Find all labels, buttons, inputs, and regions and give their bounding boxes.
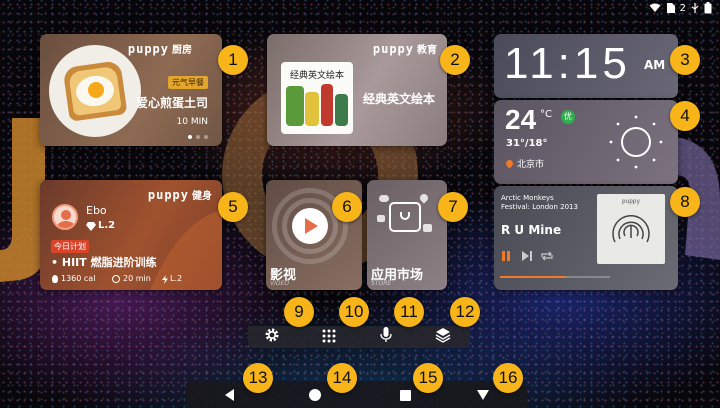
clock-meridiem: AM (644, 58, 666, 72)
pause-button[interactable] (502, 251, 510, 261)
diamond-icon (86, 222, 96, 231)
badge-4: 4 (670, 101, 700, 131)
weather-range: 31°/18° (506, 138, 548, 149)
aqi-badge: 优 (561, 110, 575, 124)
workout-title: • HIIT 燃脂进阶训练 (51, 256, 157, 269)
weather-city: 北京市 (517, 160, 545, 170)
store-subtitle: STORE (371, 280, 392, 287)
user-level: L.2 (98, 220, 116, 231)
minutes: 20 min (123, 274, 151, 283)
badge-1: 1 (218, 45, 248, 75)
weather-temperature: 24 (505, 104, 537, 135)
store-bag-icon (389, 202, 421, 232)
navigation-bar (185, 381, 527, 408)
layers-icon[interactable] (435, 327, 451, 343)
badge-12: 12 (450, 297, 480, 327)
badge-10: 10 (339, 297, 369, 327)
back-icon[interactable] (225, 389, 235, 401)
play-icon (292, 208, 328, 244)
cooking-brand: puppy 厨房 (127, 42, 192, 56)
apps-grid-icon[interactable] (322, 329, 336, 343)
sun-icon (609, 115, 663, 169)
pin-icon (418, 192, 430, 204)
play-small-icon (423, 224, 432, 232)
recents-icon[interactable] (400, 390, 411, 401)
badge-13: 13 (243, 363, 273, 393)
badge-11: 11 (394, 297, 424, 327)
cooking-card[interactable]: puppy 厨房 元气早餐 爱心煎蛋土司 10 MIN (40, 34, 222, 146)
music-progress-track[interactable] (500, 276, 610, 278)
album-rings-icon (612, 215, 650, 243)
calories: 1360 cal (61, 274, 96, 283)
badge-3: 3 (670, 45, 700, 75)
music-card[interactable]: Arctic Monkeys Festival: London 2013 R U… (494, 186, 678, 290)
badge-9: 9 (284, 297, 314, 327)
book-cover: 经典英文绘本 (281, 62, 353, 134)
home-icon[interactable] (309, 389, 321, 401)
music-track: R U Mine (501, 223, 562, 237)
sim-label: 2 (679, 2, 686, 14)
weather-unit: °C (540, 109, 552, 120)
sim-icon (666, 3, 675, 13)
wifi-icon (649, 3, 661, 12)
music-artist-line2: Festival: London 2013 (501, 203, 578, 211)
timer-icon (112, 275, 120, 283)
next-track-icon[interactable] (522, 251, 532, 261)
usb-icon (691, 3, 699, 13)
user-name: Ebo (86, 204, 107, 217)
cooking-duration: 10 MIN (176, 117, 208, 127)
microphone-icon[interactable] (380, 327, 392, 343)
music-progress-fill (500, 276, 566, 278)
badge-6: 6 (332, 192, 362, 222)
cooking-tag: 元气早餐 (168, 76, 208, 89)
education-title: 经典英文绘本 (362, 92, 435, 106)
repeat-icon[interactable] (541, 251, 553, 261)
cooking-title: 爱心煎蛋土司 (135, 96, 208, 110)
badge-7: 7 (438, 192, 468, 222)
badge-5: 5 (218, 192, 248, 222)
chat-icon (377, 215, 385, 222)
fitness-brand: puppy 健身 (147, 188, 212, 202)
badge-15: 15 (413, 363, 443, 393)
hide-nav-icon[interactable] (477, 390, 489, 400)
battery-icon (704, 2, 712, 14)
album-art: puppy (597, 194, 665, 264)
music-artist-line1: Arctic Monkeys (501, 194, 554, 202)
location-icon (504, 158, 515, 169)
flame-icon (52, 275, 58, 283)
cooking-page-dots (188, 135, 208, 139)
bolt-icon (162, 275, 168, 284)
status-bar: 2 (630, 0, 720, 16)
clock-card[interactable]: 11:15 AM (494, 34, 678, 98)
video-subtitle: VIDEO (270, 280, 290, 287)
clock-time: 11:15 (504, 39, 631, 88)
cloud-icon (379, 195, 389, 202)
fitness-card[interactable]: puppy 健身 Ebo L.2 今日计划 • HIIT 燃脂进阶训练 1360 … (40, 180, 222, 290)
plan-tag: 今日计划 (51, 240, 89, 253)
intensity: L.2 (170, 274, 183, 283)
settings-icon[interactable] (264, 327, 280, 343)
badge-2: 2 (440, 45, 470, 75)
education-brand: puppy 教育 (372, 42, 437, 56)
badge-14: 14 (327, 363, 357, 393)
education-card[interactable]: 经典英文绘本 puppy 教育 经典英文绘本 (267, 34, 447, 146)
toast-egg-image (49, 45, 141, 137)
store-card[interactable]: 应用市场 STORE (367, 180, 447, 290)
badge-8: 8 (670, 187, 700, 217)
avatar (52, 204, 78, 230)
weather-card[interactable]: 24 °C 优 31°/18° 北京市 (494, 100, 678, 184)
badge-16: 16 (493, 363, 523, 393)
